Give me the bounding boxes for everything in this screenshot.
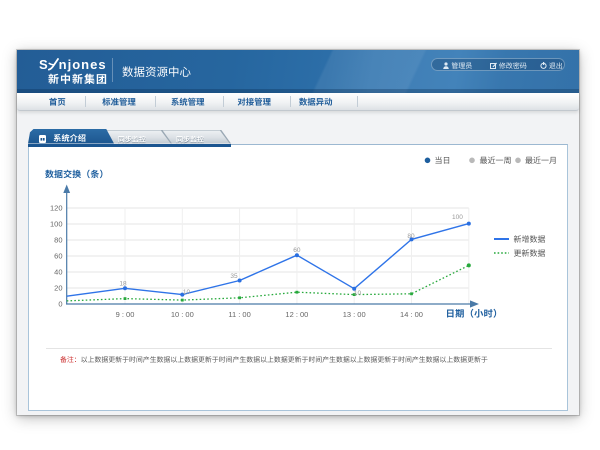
- svg-text:80: 80: [407, 233, 415, 240]
- svg-text:14 : 00: 14 : 00: [400, 310, 423, 319]
- svg-text:0: 0: [58, 300, 62, 309]
- svg-text:10: 10: [354, 290, 362, 297]
- svg-text:10 : 00: 10 : 00: [171, 310, 194, 319]
- svg-text:60: 60: [293, 247, 301, 254]
- svg-text:60: 60: [54, 252, 62, 261]
- svg-text:120: 120: [50, 204, 63, 213]
- svg-text:80: 80: [54, 236, 62, 245]
- svg-text:100: 100: [50, 220, 63, 229]
- svg-text:35: 35: [230, 273, 238, 280]
- svg-text:40: 40: [54, 268, 62, 277]
- svg-text:11 : 00: 11 : 00: [228, 310, 250, 319]
- svg-text:12 : 00: 12 : 00: [285, 310, 308, 319]
- svg-text:9 : 00: 9 : 00: [116, 310, 135, 319]
- svg-text:10: 10: [183, 289, 191, 296]
- svg-text:13 : 00: 13 : 00: [343, 310, 366, 319]
- svg-text:100: 100: [452, 214, 463, 221]
- svg-text:18: 18: [119, 281, 127, 288]
- svg-text:20: 20: [54, 284, 62, 293]
